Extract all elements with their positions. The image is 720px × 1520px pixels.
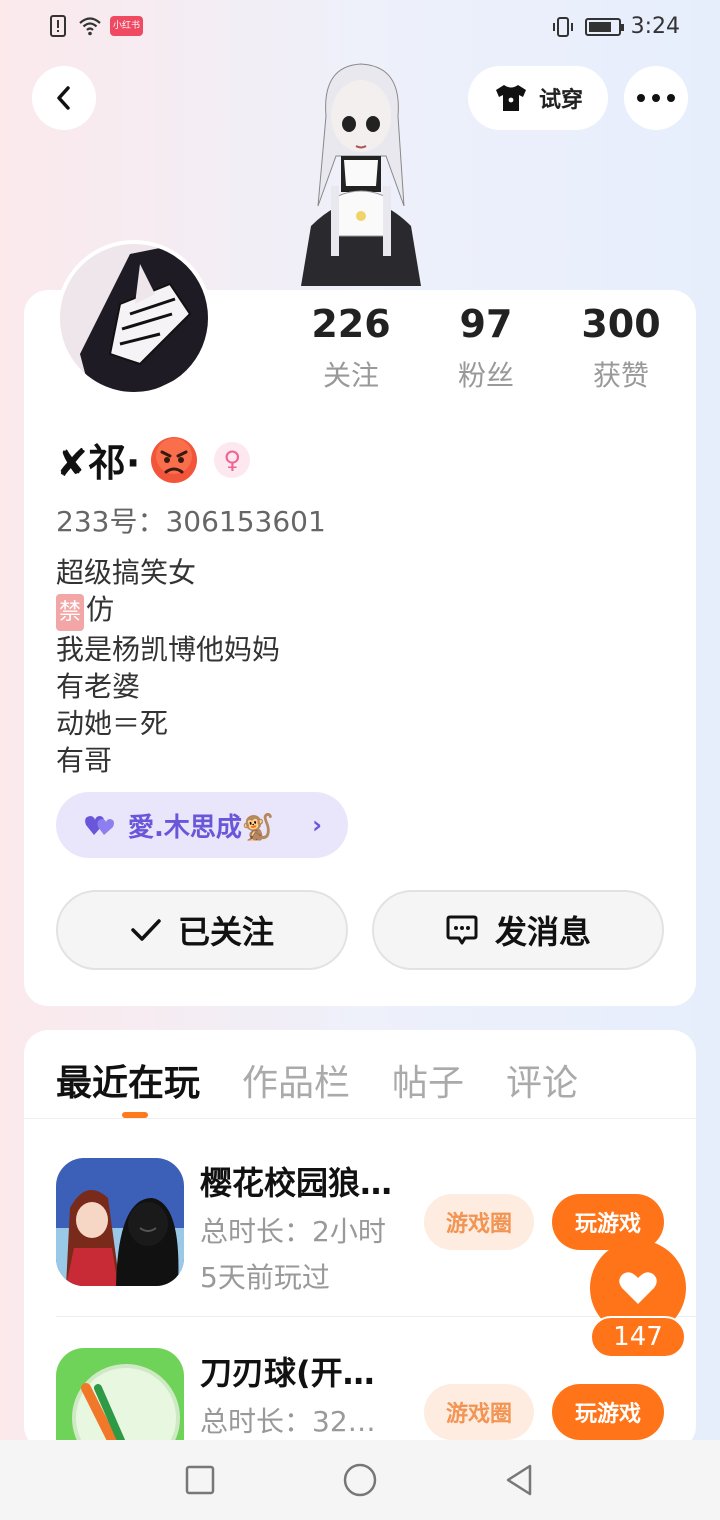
user-id: 233号：306153601 — [56, 505, 326, 538]
double-heart-icon — [85, 816, 114, 835]
bio-line: 超级搞笑女 — [56, 556, 197, 589]
content-card: 最近在玩 作品栏 帖子 评论 樱花校园狼… 总时长：2小时 5天前玩过 游戏圈 … — [24, 1030, 696, 1450]
game-row[interactable]: 樱花校园狼… 总时长：2小时 5天前玩过 游戏圈 玩游戏 — [56, 1158, 664, 1308]
recents-square-icon[interactable] — [182, 1462, 218, 1498]
user-name: ✘祁· — [56, 441, 141, 485]
heart-icon — [619, 1272, 657, 1304]
check-icon — [131, 919, 161, 941]
tryon-button[interactable]: 试穿 — [468, 66, 608, 130]
bio-line: 有老婆 — [56, 670, 141, 703]
like-count: 147 — [590, 1316, 686, 1358]
tab-divider — [24, 1118, 696, 1119]
more-button[interactable] — [624, 66, 688, 130]
following-count: 226 — [311, 302, 391, 346]
wifi-icon — [79, 17, 101, 36]
likes-count: 300 — [581, 302, 661, 346]
followed-button[interactable]: 已关注 — [56, 890, 348, 970]
game-icon-blade-ball — [56, 1348, 184, 1450]
bio-line: 我是杨凯博他妈妈 — [56, 633, 281, 666]
game-playtime: 总时长：2小时 — [200, 1215, 386, 1248]
user-bio: 超级搞笑女 禁仿 我是杨凯博他妈妈 有老婆 动她＝死 有哥 — [56, 554, 280, 779]
tab-works[interactable]: 作品栏 — [242, 1054, 350, 1106]
chevron-left-icon — [57, 86, 70, 110]
tryon-label: 试穿 — [538, 88, 583, 113]
following-label: 关注 — [322, 359, 379, 392]
more-dots-icon — [637, 94, 675, 102]
game-circle-button[interactable]: 游戏圈 — [424, 1194, 534, 1250]
game-playtime: 总时长：32… — [200, 1405, 376, 1438]
back-button[interactable] — [32, 66, 96, 130]
cp-name: 愛.木思成🐒 — [128, 812, 275, 843]
followed-label: 已关注 — [177, 913, 274, 951]
bio-line: 动她＝死 — [56, 707, 169, 740]
cp-relationship-chip[interactable]: 愛.木思成🐒 › — [56, 792, 348, 858]
tab-posts[interactable]: 帖子 — [392, 1054, 464, 1106]
game-title: 刀刃球(开… — [200, 1354, 375, 1392]
bio-line: 禁仿 — [56, 591, 280, 631]
game-title: 樱花校园狼… — [200, 1164, 393, 1202]
game-last-played: 5天前玩过 — [200, 1261, 330, 1294]
battery-icon — [584, 17, 624, 36]
sim-alert-icon — [50, 15, 66, 37]
bio-line-text: 仿 — [86, 593, 115, 626]
bio-line: 有哥 — [56, 744, 113, 777]
bio-forbidden-tag: 禁 — [56, 594, 85, 631]
system-nav-bar — [0, 1440, 720, 1520]
likes-label: 获赞 — [592, 359, 649, 392]
game-icon-sakura-school — [56, 1158, 184, 1286]
game-row[interactable]: 刀刃球(开… 总时长：32… 游戏圈 玩游戏 — [56, 1348, 664, 1450]
stat-likes[interactable]: 300 获赞 — [566, 300, 676, 394]
followers-label: 粉丝 — [457, 359, 514, 392]
profile-avatar[interactable] — [56, 240, 212, 396]
tab-recently-played[interactable]: 最近在玩 — [56, 1054, 200, 1106]
stat-following[interactable]: 226 关注 — [296, 300, 406, 394]
status-bar: 小红书 3:24 — [0, 0, 720, 56]
tshirt-icon — [495, 85, 526, 111]
avatar-image — [60, 244, 208, 392]
game-circle-button[interactable]: 游戏圈 — [424, 1384, 534, 1440]
send-message-label: 发消息 — [494, 913, 591, 951]
character-avatar-image[interactable] — [286, 56, 436, 292]
name-row: ✘祁· ♀ — [56, 432, 251, 487]
stat-followers[interactable]: 97 粉丝 — [431, 300, 541, 394]
profile-tabs: 最近在玩 作品栏 帖子 评论 — [56, 1054, 578, 1106]
angry-emoji-icon — [151, 436, 198, 483]
tab-comments[interactable]: 评论 — [506, 1054, 578, 1106]
back-triangle-icon[interactable] — [502, 1462, 538, 1498]
status-time: 3:24 — [630, 14, 680, 39]
home-circle-icon[interactable] — [342, 1462, 378, 1498]
send-message-button[interactable]: 发消息 — [372, 890, 664, 970]
vibrate-icon — [552, 16, 573, 37]
chevron-right-icon: › — [312, 811, 322, 839]
followers-count: 97 — [459, 302, 513, 346]
chat-bubble-icon — [446, 915, 478, 945]
app-notification-badge: 小红书 — [110, 16, 144, 36]
female-gender-icon: ♀ — [214, 441, 251, 478]
play-game-button[interactable]: 玩游戏 — [552, 1384, 664, 1440]
stats-row: 226 关注 97 粉丝 300 获赞 — [296, 300, 676, 394]
